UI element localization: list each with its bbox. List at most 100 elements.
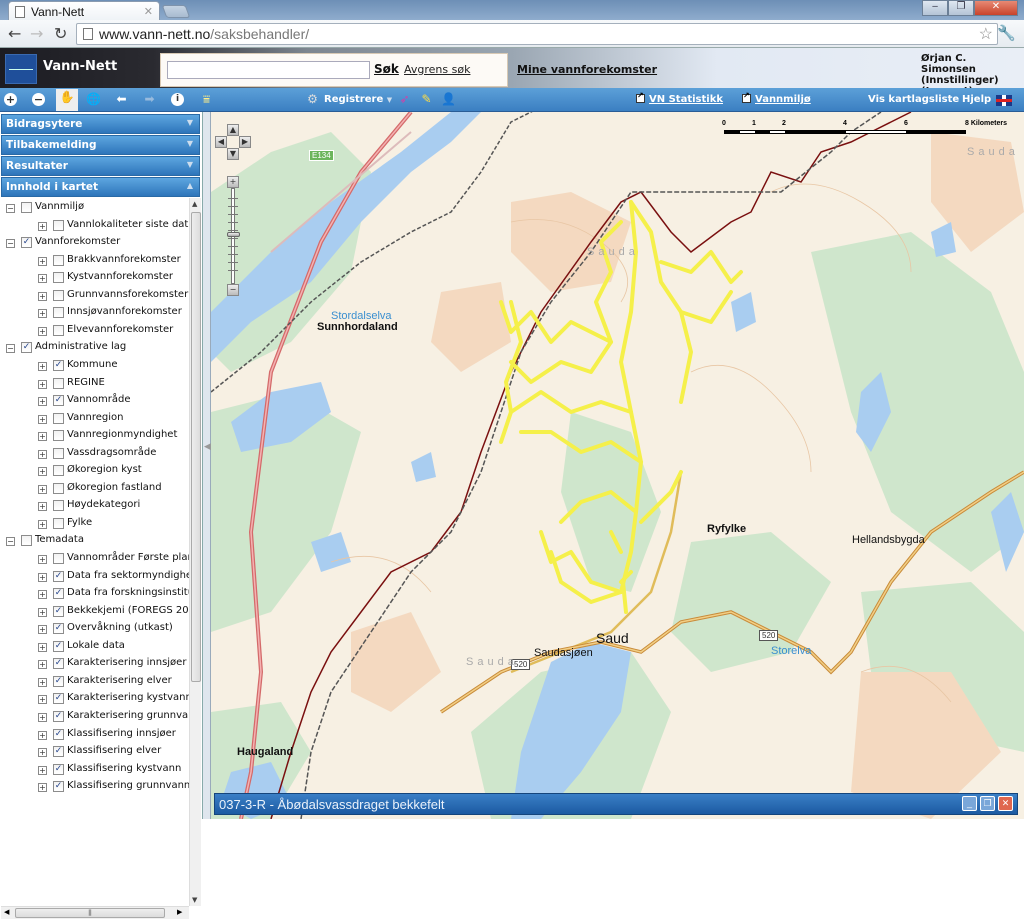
scroll-up-icon[interactable]: ▲: [192, 200, 197, 208]
collapse-icon[interactable]: −: [6, 537, 15, 547]
my-waterbodies-link[interactable]: Mine vannforekomster: [517, 63, 657, 76]
collapse-icon[interactable]: −: [6, 344, 15, 354]
layer-label[interactable]: Bekkekjemi (FOREGS 2008: [67, 605, 190, 616]
section-bidragsytere[interactable]: Bidragsytere ▼: [1, 114, 200, 134]
layer-label[interactable]: Vannområder Første planfa: [67, 552, 190, 563]
back-arrow-icon[interactable]: ⬅: [113, 91, 130, 108]
layer-label[interactable]: Vannregion: [67, 412, 124, 423]
layer-label[interactable]: Vannmiljø: [35, 201, 84, 212]
layer-checkbox[interactable]: ✓: [53, 763, 64, 775]
layer-checkbox[interactable]: [53, 219, 64, 231]
layer-label[interactable]: Innsjøvannforekomster: [67, 306, 182, 317]
help-link[interactable]: Hjelp: [962, 94, 991, 105]
layer-label[interactable]: Klassifisering kystvann: [67, 763, 181, 774]
collapse-icon[interactable]: −: [6, 239, 15, 249]
register-icon[interactable]: ⚙: [304, 91, 321, 108]
url-bar[interactable]: www.vann-nett.no/saksbehandler/ ☆: [76, 23, 998, 45]
minimize-info-button[interactable]: _: [962, 796, 977, 811]
layer-checkbox[interactable]: [53, 377, 64, 389]
expand-icon[interactable]: +: [38, 572, 47, 582]
layer-checkbox[interactable]: ✓: [53, 693, 64, 705]
layer-label[interactable]: Overvåkning (utkast): [67, 622, 173, 633]
vn-statistikk-link[interactable]: VN Statistikk: [636, 91, 723, 105]
layer-label[interactable]: Klassifisering grunnvann: [67, 780, 190, 791]
expand-icon[interactable]: +: [38, 660, 47, 670]
layer-checkbox[interactable]: [53, 254, 64, 266]
layer-checkbox[interactable]: ✓: [53, 728, 64, 740]
layer-label[interactable]: Vannlokaliteter siste data: [67, 219, 190, 230]
vannmiljo-link[interactable]: Vannmiljø: [742, 91, 811, 105]
refine-search-link[interactable]: Avgrens søk: [404, 63, 470, 76]
wrench-icon[interactable]: 🔧: [997, 24, 1016, 42]
expand-icon[interactable]: +: [38, 607, 47, 617]
expand-icon[interactable]: +: [38, 484, 47, 494]
layer-label[interactable]: Lokale data: [67, 640, 125, 651]
forward-icon[interactable]: →: [30, 24, 43, 43]
layer-label[interactable]: Økoregion kyst: [67, 464, 142, 475]
layer-label[interactable]: Karakterisering innsjøer: [67, 657, 186, 668]
layer-checkbox[interactable]: [53, 447, 64, 459]
layer-checkbox[interactable]: [53, 553, 64, 564]
expand-icon[interactable]: +: [38, 221, 47, 231]
collapse-arrow-icon[interactable]: ◀: [204, 442, 211, 452]
expand-icon[interactable]: +: [38, 449, 47, 459]
layer-label[interactable]: Klassifisering elver: [67, 745, 161, 756]
layer-label[interactable]: Karakterisering grunnvann: [67, 710, 190, 721]
layer-checkbox[interactable]: ✓: [53, 359, 64, 371]
layer-label[interactable]: Vannområde: [67, 394, 130, 405]
expand-icon[interactable]: +: [38, 748, 47, 758]
scroll-thumb[interactable]: ⫼: [15, 908, 165, 918]
layer-label[interactable]: Kommune: [67, 359, 118, 370]
expand-icon[interactable]: +: [38, 625, 47, 635]
show-layer-list-link[interactable]: Vis kartlagsliste: [868, 94, 959, 105]
layer-label[interactable]: Grunnvannsforekomster: [67, 289, 188, 300]
minimize-window-button[interactable]: ‒: [922, 0, 948, 16]
layer-checkbox[interactable]: [53, 272, 64, 284]
measure-icon[interactable]: ⩸: [198, 91, 215, 108]
layer-label[interactable]: Temadata: [35, 534, 84, 545]
layer-checkbox[interactable]: ✓: [53, 710, 64, 722]
settings-link[interactable]: (Innstillinger): [921, 75, 1024, 86]
pan-east-button[interactable]: ▶: [239, 136, 251, 148]
expand-icon[interactable]: +: [38, 783, 47, 793]
layer-label[interactable]: Brakkvannforekomster: [67, 254, 181, 265]
scroll-left-icon[interactable]: ◀: [4, 908, 9, 916]
globe-zoom-icon[interactable]: 🌐: [85, 91, 102, 108]
layer-checkbox[interactable]: [53, 482, 64, 494]
layer-label[interactable]: Karakterisering elver: [67, 675, 172, 686]
expand-icon[interactable]: +: [38, 379, 47, 389]
layer-checkbox[interactable]: ✓: [53, 623, 64, 635]
layer-checkbox[interactable]: ✓: [21, 237, 32, 249]
layer-checkbox[interactable]: [21, 202, 32, 213]
expand-icon[interactable]: +: [38, 555, 47, 564]
layer-label[interactable]: Fylke: [67, 517, 92, 528]
info-icon[interactable]: i: [171, 93, 184, 106]
scroll-thumb[interactable]: [191, 212, 201, 682]
map-view[interactable]: ▲ ◀ ▶ ▼ + − 0 1 2 4 6 8 Kilometers E134 …: [211, 112, 1024, 819]
expand-icon[interactable]: +: [38, 695, 47, 705]
layer-label[interactable]: Høydekategori: [67, 499, 140, 510]
bookmark-star-icon[interactable]: ☆: [979, 24, 993, 44]
close-window-button[interactable]: ✕: [974, 0, 1018, 16]
zoom-in-icon[interactable]: +: [4, 93, 17, 106]
expand-icon[interactable]: +: [38, 590, 47, 600]
layer-label[interactable]: Karakterisering kystvann: [67, 692, 190, 703]
layer-label[interactable]: Økoregion fastland: [67, 482, 162, 493]
expand-icon[interactable]: +: [38, 432, 47, 442]
layer-checkbox[interactable]: [21, 535, 32, 547]
layer-checkbox[interactable]: [53, 500, 64, 512]
layer-checkbox[interactable]: [53, 517, 64, 529]
layer-checkbox[interactable]: ✓: [53, 781, 64, 793]
section-resultater[interactable]: Resultater ▼: [1, 156, 200, 176]
expand-icon[interactable]: +: [38, 519, 47, 529]
layer-checkbox[interactable]: [53, 289, 64, 301]
select-feature-icon[interactable]: ➶: [396, 91, 413, 108]
uk-flag-icon[interactable]: [996, 95, 1012, 106]
expand-icon[interactable]: +: [38, 765, 47, 775]
reload-icon[interactable]: ↻: [54, 24, 67, 43]
layer-checkbox[interactable]: ✓: [53, 605, 64, 617]
tree-vertical-scrollbar[interactable]: ▲ ▼: [189, 198, 201, 906]
layer-checkbox[interactable]: ✓: [53, 675, 64, 687]
expand-icon[interactable]: +: [38, 361, 47, 371]
layer-checkbox[interactable]: ✓: [53, 640, 64, 652]
